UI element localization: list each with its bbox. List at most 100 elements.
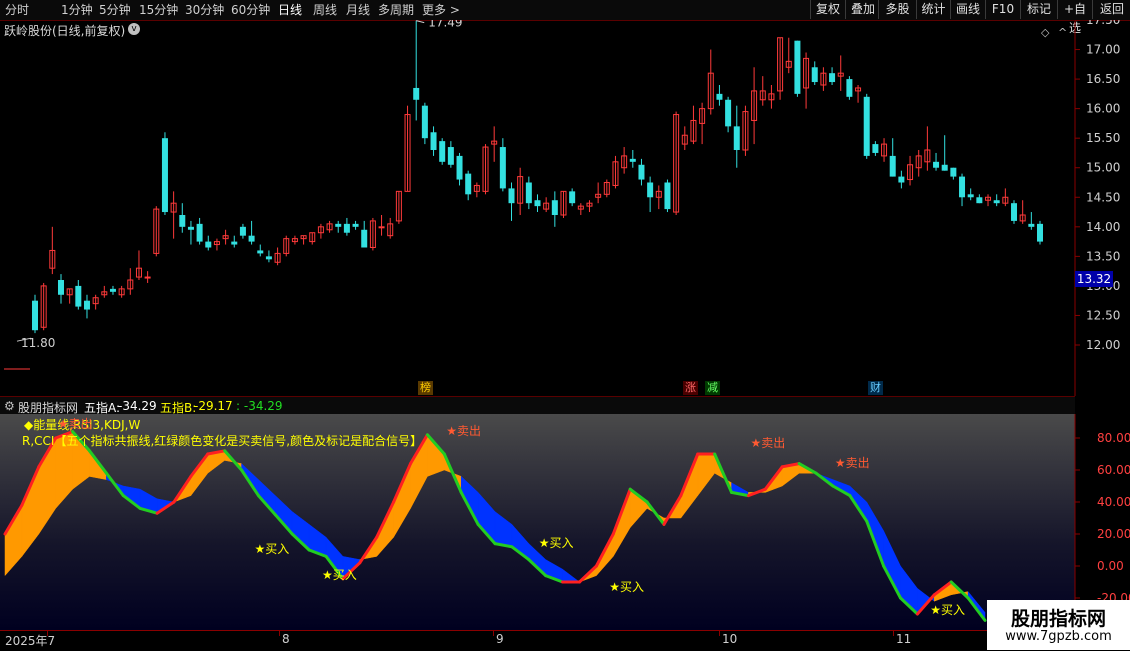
- candle-body: [950, 167, 957, 177]
- scroll-up-icon: ^: [1058, 26, 1067, 39]
- indicator-header: ⚙ 股朋指标网 五指A: -34.29 五指B: -29.17 : -34.29: [0, 396, 1075, 415]
- candle-body: [413, 87, 420, 100]
- indicator-legend-2: R,CCI【五个指标共振线,红绿颜色变化是买卖信号,颜色及标记是配合信号】: [22, 434, 423, 448]
- candle-body: [664, 182, 671, 210]
- y-tick-label: 16.50: [1086, 72, 1120, 86]
- sell-signal-2: ★卖出: [750, 436, 786, 451]
- candle-body: [257, 250, 264, 254]
- indicator-b-value: -29.17: [194, 399, 233, 413]
- buy-signal-0: ★买入: [254, 542, 290, 556]
- candle-body: [534, 200, 541, 207]
- settings-icon[interactable]: ⚙: [4, 399, 15, 413]
- candle-body: [967, 194, 974, 198]
- candle-body: [196, 223, 203, 242]
- period-1[interactable]: 1分钟: [61, 2, 93, 18]
- date-tick: [719, 631, 720, 636]
- period-0[interactable]: 分时: [5, 2, 29, 18]
- date-tick: [893, 631, 894, 636]
- candle-body: [430, 132, 437, 150]
- date-tick: [279, 631, 280, 636]
- period-2[interactable]: 5分钟: [99, 2, 131, 18]
- event-marker-0[interactable]: 榜: [418, 381, 433, 395]
- period-6[interactable]: 日线: [278, 2, 302, 18]
- period-10[interactable]: 更多 >: [422, 2, 460, 18]
- toolbar-button-8[interactable]: 返回: [1092, 0, 1130, 19]
- y-tick-label: 17.50: [1086, 20, 1120, 27]
- candle-body: [248, 235, 255, 242]
- toolbar-button-7[interactable]: +自选: [1057, 0, 1092, 35]
- candle-body: [161, 138, 168, 213]
- date-label-2: 9: [496, 632, 504, 646]
- candle-body: [872, 144, 879, 153]
- candle-body: [933, 161, 940, 168]
- candle-body: [499, 147, 506, 189]
- toolbar-button-2[interactable]: 多股: [878, 0, 916, 19]
- period-5[interactable]: 60分钟: [231, 2, 270, 18]
- period-7[interactable]: 周线: [313, 2, 337, 18]
- sell-signal-0: ★卖出: [57, 417, 93, 432]
- event-marker-3[interactable]: 财: [868, 381, 883, 395]
- candlestick-chart[interactable]: 17.50 17.00 16.50 16.00 15.50 15.00 14.50 14.00…: [0, 20, 1130, 396]
- candle-body: [1037, 223, 1043, 242]
- candle-body: [716, 93, 723, 100]
- candle-body: [32, 300, 38, 331]
- date-tick: [47, 631, 48, 636]
- y-tick-label: 17.00: [1086, 43, 1120, 57]
- toolbar-button-4[interactable]: 画线: [950, 0, 985, 19]
- candle-body: [846, 79, 853, 97]
- candle-body: [239, 226, 246, 236]
- y-tick-label: 12.00: [1086, 338, 1120, 352]
- osc-y-tick-label: 20.00: [1097, 527, 1130, 541]
- toolbar-button-6[interactable]: 标记: [1020, 0, 1057, 19]
- candle-body: [57, 280, 64, 295]
- toolbar-button-1[interactable]: 叠加: [845, 0, 880, 19]
- candle-body: [205, 241, 212, 248]
- date-label-1: 8: [282, 632, 290, 646]
- period-4[interactable]: 30分钟: [185, 2, 224, 18]
- candle-body: [629, 158, 636, 162]
- candle-body: [569, 191, 576, 204]
- watermark-url: www.7gpzb.com: [1005, 629, 1112, 644]
- candle-body: [733, 126, 740, 150]
- candle-body: [447, 147, 454, 165]
- sell-signal-3: ★卖出: [834, 455, 870, 470]
- osc-y-tick-label: 40.00: [1097, 495, 1130, 509]
- candle-body: [508, 188, 515, 204]
- candle-body: [638, 164, 645, 180]
- event-marker-1[interactable]: 涨: [683, 381, 698, 395]
- event-marker-2[interactable]: 减: [705, 381, 720, 395]
- low-label: 11.80: [21, 336, 55, 350]
- candle-body: [725, 99, 732, 127]
- y-tick-label: 15.50: [1086, 131, 1120, 145]
- buy-signal-3: ★买入: [609, 580, 645, 595]
- period-3[interactable]: 15分钟: [139, 2, 178, 18]
- candle-body: [231, 241, 238, 245]
- diamond-icon: ◇: [1041, 26, 1050, 39]
- candle-body: [1028, 223, 1035, 227]
- period-8[interactable]: 月线: [346, 2, 370, 18]
- toolbar-button-0[interactable]: 复权: [810, 0, 845, 19]
- candle-body: [863, 96, 870, 156]
- candle-body: [811, 67, 818, 83]
- osc-y-tick-label: 80.00: [1097, 431, 1130, 445]
- watermark-title: 股朋指标网: [1010, 608, 1106, 630]
- toolbar-button-3[interactable]: 统计: [916, 0, 950, 19]
- candle-body: [647, 182, 654, 198]
- y-tick-label: 14.50: [1086, 190, 1120, 204]
- candle-body: [187, 226, 194, 230]
- candle-body: [439, 141, 446, 162]
- candle-body: [456, 155, 463, 180]
- toolbar-button-5[interactable]: F10: [985, 0, 1020, 19]
- watermark: 股朋指标网 www.7gpzb.com: [987, 600, 1130, 650]
- buy-signal-1: ★买入: [322, 567, 357, 582]
- buy-signal-2: ★买入: [538, 535, 574, 550]
- candle-body: [941, 164, 948, 171]
- high-label: 17.49: [428, 20, 462, 30]
- period-9[interactable]: 多周期: [378, 2, 414, 18]
- candle-body: [889, 155, 896, 177]
- date-tick: [493, 631, 494, 636]
- y-tick-label: 12.50: [1086, 308, 1120, 322]
- candle-body: [144, 276, 151, 279]
- osc-y-tick-label: 0.00: [1097, 559, 1124, 573]
- sell-signal-1: ★卖出: [446, 423, 482, 438]
